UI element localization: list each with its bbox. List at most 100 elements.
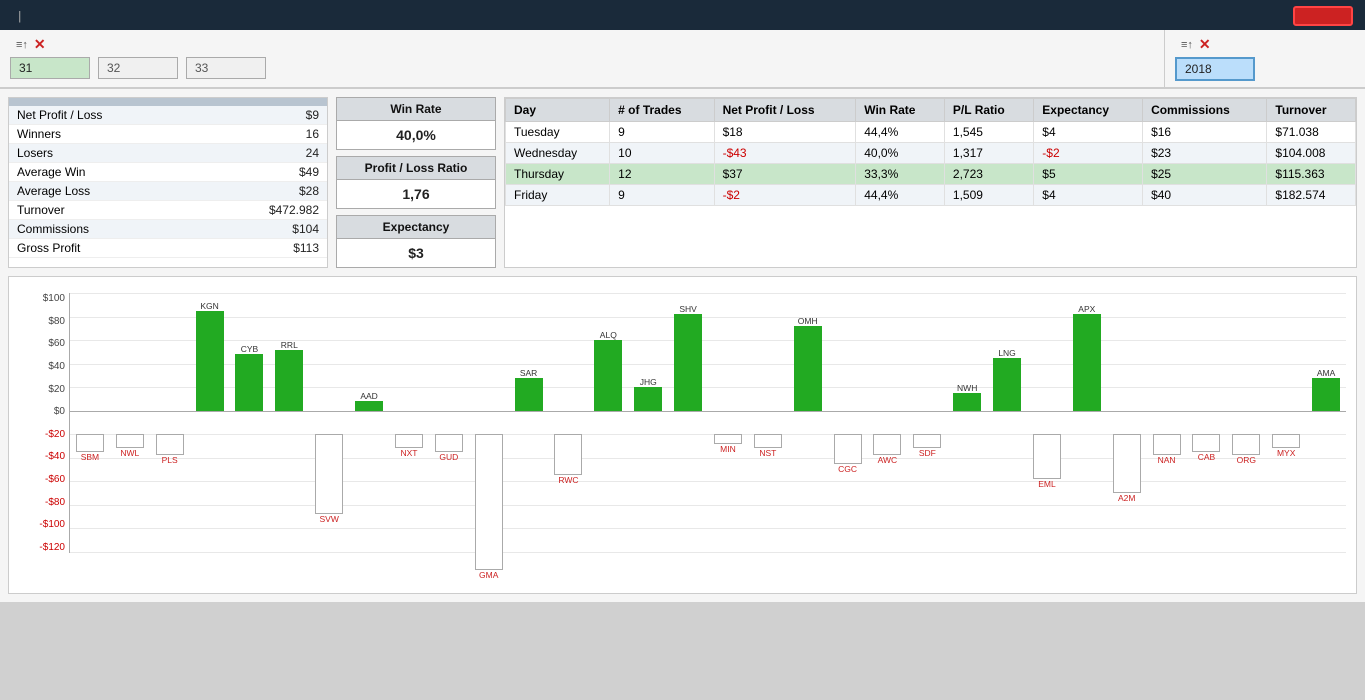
metrics-label: Net Profit / Loss	[17, 108, 102, 122]
day-table-cell: 44,4%	[856, 185, 945, 206]
bar-ticker-label: AAD	[349, 391, 389, 401]
day-table-cell: 1,545	[944, 122, 1033, 143]
week-filter-icon[interactable]: ≡↑	[16, 39, 28, 51]
day-table: Day# of TradesNet Profit / LossWin RateP…	[505, 98, 1356, 206]
bar-negative	[475, 434, 503, 569]
bar-negative	[156, 434, 184, 455]
bar-ticker-label: GMA	[469, 570, 509, 580]
bar-ticker-label: MIN	[708, 444, 748, 454]
day-table-row: Tuesday9$1844,4%1,545$4$16$71.038	[506, 122, 1356, 143]
bar-positive	[275, 350, 303, 411]
bar-item: NAN	[1147, 293, 1187, 552]
chart-container: $100$80$60$40$20$0-$20-$40-$60-$80-$100-…	[19, 293, 1346, 583]
metrics-label: Winners	[17, 127, 61, 141]
day-table-cell: $115.363	[1267, 164, 1356, 185]
bar-item: KGN	[190, 293, 230, 552]
y-axis-label: $80	[48, 316, 65, 327]
bar-item: ORG	[1226, 293, 1266, 552]
pl-ratio-box: Profit / Loss Ratio 1,76	[336, 156, 496, 209]
day-table-cell: 12	[610, 164, 714, 185]
chart-panel: $100$80$60$40$20$0-$20-$40-$60-$80-$100-…	[8, 276, 1357, 594]
day-table-row: Thursday12$3733,3%2,723$5$25$115.363	[506, 164, 1356, 185]
bar-negative	[315, 434, 343, 514]
bar-negative	[1232, 434, 1260, 455]
year-clear-icon[interactable]: ✕	[1199, 36, 1211, 53]
day-table-cell: $4	[1034, 185, 1143, 206]
day-table-cell: 9	[610, 122, 714, 143]
day-table-cell: -$2	[1034, 143, 1143, 164]
y-axis-label: $60	[48, 338, 65, 349]
day-table-cell: Friday	[506, 185, 610, 206]
bar-positive	[794, 326, 822, 411]
bar-ticker-label: SAR	[509, 368, 549, 378]
day-table-cell: $25	[1143, 164, 1267, 185]
bar-item: AWC	[868, 293, 908, 552]
bar-ticker-label: PLS	[150, 455, 190, 465]
week-input-31[interactable]	[10, 57, 90, 79]
bar-ticker-label: CAB	[1187, 452, 1227, 462]
y-axis-label: $0	[54, 406, 65, 417]
day-table-cell: -$2	[714, 185, 856, 206]
week-selection-label: ≡↑ ✕	[10, 36, 1154, 53]
week-input-32[interactable]	[98, 57, 178, 79]
bar-item: A2M	[1107, 293, 1147, 552]
week-clear-icon[interactable]: ✕	[34, 36, 46, 53]
day-table-cell: 9	[610, 185, 714, 206]
y-axis-label: $20	[48, 384, 65, 395]
bar-negative	[913, 434, 941, 448]
metrics-row: Average Win$49	[9, 163, 327, 182]
bar-ticker-label: AMA	[1306, 368, 1346, 378]
bar-negative	[116, 434, 144, 448]
bar-ticker-label: EML	[1027, 479, 1067, 489]
year-input[interactable]	[1175, 57, 1255, 81]
bar-item: NWL	[110, 293, 150, 552]
year-filter-icon[interactable]: ≡↑	[1181, 39, 1193, 51]
y-axis-label: -$60	[45, 474, 65, 485]
bar-item: SHV	[668, 293, 708, 552]
metrics-value: $113	[293, 241, 319, 255]
day-table-header-cell: Turnover	[1267, 99, 1356, 122]
bar-item: JHG	[628, 293, 668, 552]
bar-negative	[76, 434, 104, 452]
bar-item: PLS	[150, 293, 190, 552]
bar-item: MYX	[1266, 293, 1306, 552]
win-rate-box: Win Rate 40,0%	[336, 97, 496, 150]
day-table-cell: 1,317	[944, 143, 1033, 164]
bar-positive	[1312, 378, 1340, 411]
bar-negative	[834, 434, 862, 463]
selection-row: ≡↑ ✕ ≡↑ ✕	[0, 30, 1365, 89]
day-table-cell: Tuesday	[506, 122, 610, 143]
chart-bars-area: SBMNWLPLSKGNCYBRRLSVWAADNXTGUDGMASARRWCA…	[69, 293, 1346, 553]
day-table-header-cell: P/L Ratio	[944, 99, 1033, 122]
metrics-label: Gross Profit	[17, 241, 80, 255]
metrics-value: $28	[299, 184, 319, 198]
day-table-cell: $37	[714, 164, 856, 185]
week-input-33[interactable]	[186, 57, 266, 79]
day-table-cell: $71.038	[1267, 122, 1356, 143]
metrics-value: $49	[299, 165, 319, 179]
refresh-button[interactable]	[1293, 6, 1353, 26]
header: |	[0, 0, 1365, 30]
bar-positive	[515, 378, 543, 411]
main-content: Net Profit / Loss$9Winners16Losers24Aver…	[0, 89, 1365, 602]
metrics-label: Losers	[17, 146, 53, 160]
bar-ticker-label: RWC	[549, 475, 589, 485]
metrics-label: Turnover	[17, 203, 65, 217]
bar-positive	[594, 340, 622, 411]
metrics-label: Commissions	[17, 222, 89, 236]
bar-item: NWH	[947, 293, 987, 552]
bar-item: NXT	[389, 293, 429, 552]
bar-item: CGC	[828, 293, 868, 552]
day-table-panel: Day# of TradesNet Profit / LossWin RateP…	[504, 97, 1357, 268]
stat-boxes: Win Rate 40,0% Profit / Loss Ratio 1,76 …	[336, 97, 496, 268]
year-selection-panel: ≡↑ ✕	[1165, 30, 1365, 87]
bar-item: LNG	[987, 293, 1027, 552]
bar-ticker-label: AWC	[868, 455, 908, 465]
bar-ticker-label: NAN	[1147, 455, 1187, 465]
bar-ticker-label: SDF	[907, 448, 947, 458]
day-table-cell: -$43	[714, 143, 856, 164]
bar-positive	[1073, 314, 1101, 411]
metrics-row: Commissions$104	[9, 220, 327, 239]
bar-item: EML	[1027, 293, 1067, 552]
bar-ticker-label: ORG	[1226, 455, 1266, 465]
